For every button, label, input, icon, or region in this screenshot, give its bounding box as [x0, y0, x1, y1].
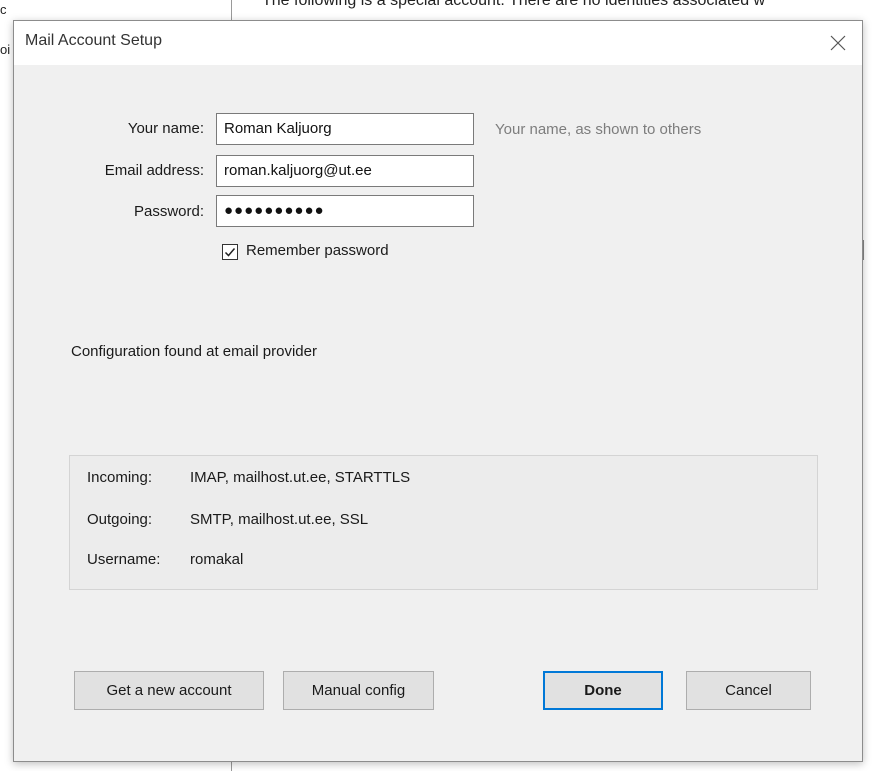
config-summary-box: Incoming: IMAP, mailhost.ut.ee, STARTTLS…: [69, 455, 818, 590]
summary-value: romakal: [190, 551, 244, 568]
name-hint: Your name, as shown to others: [495, 121, 702, 138]
password-input[interactable]: ●●●●●●●●●●: [216, 195, 474, 227]
manual-config-button[interactable]: Manual config: [283, 671, 434, 710]
background-text-fragment: oi: [0, 42, 11, 57]
background-divider: [231, 761, 232, 771]
summary-value: SMTP, mailhost.ut.ee, SSL: [190, 511, 369, 528]
background-text: The following is a special account. Ther…: [262, 0, 766, 9]
dialog-title: Mail Account Setup: [25, 32, 162, 49]
name-label-text: Your name:: [127, 120, 204, 137]
summary-key: Incoming:: [87, 469, 153, 486]
email-input[interactable]: roman.kaljuorg@ut.ee: [216, 155, 474, 187]
config-status-text: Configuration found at email provider: [71, 343, 317, 360]
summary-value: IMAP, mailhost.ut.ee, STARTTLS: [190, 469, 411, 486]
checkmark-icon: [224, 248, 236, 257]
get-new-account-button[interactable]: Get a new account: [74, 671, 264, 710]
password-label: Password:: [14, 203, 204, 220]
email-label: Email address:: [14, 162, 204, 179]
remember-password-checkbox[interactable]: [222, 244, 238, 260]
email-label-text: Email address:: [104, 162, 204, 179]
password-label-text: Password:: [133, 203, 204, 220]
summary-key: Username:: [87, 551, 161, 568]
cancel-button[interactable]: Cancel: [686, 671, 811, 710]
mail-account-setup-dialog: Mail Account Setup Your name: Roman Kalj…: [13, 20, 863, 762]
close-icon[interactable]: [820, 27, 856, 59]
name-label: Your name:: [14, 120, 204, 137]
done-button[interactable]: Done: [543, 671, 663, 710]
remember-password-label[interactable]: Remember password: [246, 242, 389, 259]
background-text-fragment: c: [0, 2, 7, 17]
name-input[interactable]: Roman Kaljuorg: [216, 113, 474, 145]
summary-key: Outgoing:: [87, 511, 153, 528]
dialog-titlebar[interactable]: Mail Account Setup: [14, 21, 862, 65]
